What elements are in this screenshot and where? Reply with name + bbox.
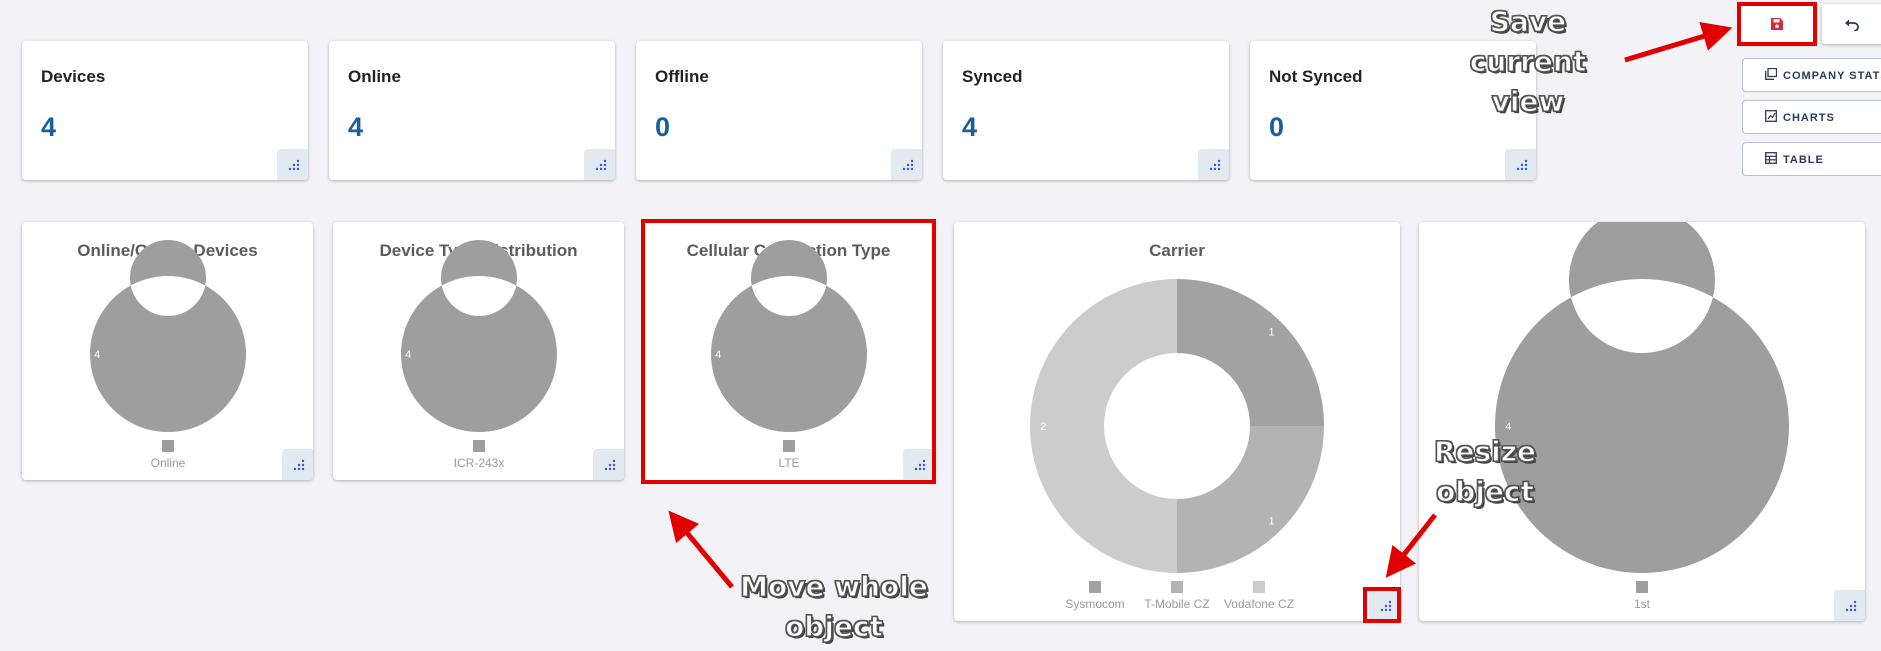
resize-handle[interactable] (1505, 149, 1536, 180)
legend-item[interactable]: Vodafone CZ (1204, 581, 1314, 611)
highlight-save-button (1737, 2, 1817, 46)
resize-icon (1516, 159, 1528, 171)
annotation-text: Move whole (740, 569, 929, 603)
highlight-resize-handle (1363, 587, 1401, 623)
annotation-resize-object: Resize object (1420, 432, 1550, 512)
stat-label: Not Synced (1269, 67, 1363, 86)
chart-card-online-offline[interactable]: Online/Offline Devices 4 Online (22, 222, 313, 480)
slice-value-label: 1 (1268, 516, 1274, 528)
stat-card-synced[interactable]: Synced 4 (943, 41, 1229, 180)
resize-icon (604, 459, 616, 471)
charts-button[interactable]: CHARTS (1742, 100, 1881, 134)
resize-handle[interactable] (1198, 149, 1229, 180)
resize-handle[interactable] (277, 149, 308, 180)
legend-label: 1st (1633, 597, 1650, 611)
donut-slice[interactable] (1177, 426, 1324, 573)
table-label: TABLE (1783, 154, 1824, 166)
resize-icon (293, 459, 305, 471)
stat-value: 4 (41, 112, 57, 142)
legend-swatch (1636, 581, 1648, 593)
slice-value-label: 1 (1268, 326, 1274, 338)
slice-value-label: 4 (94, 349, 100, 361)
legend-item[interactable]: 1st (1587, 581, 1697, 611)
donut-slice[interactable] (1494, 222, 1789, 573)
highlight-move-chart (641, 219, 936, 484)
undo-icon (1845, 19, 1859, 31)
donut-slice[interactable] (89, 240, 246, 432)
donut-chart: 1 1 2 (1030, 279, 1324, 573)
resize-icon (1845, 600, 1857, 612)
donut-slice[interactable] (1030, 279, 1177, 573)
resize-icon (1209, 159, 1221, 171)
annotation-text: Save current (1469, 4, 1587, 78)
stat-card-online[interactable]: Online 4 (329, 41, 615, 180)
company-stats-label: COMPANY STATS (1783, 70, 1881, 82)
legend-label: Vodafone CZ (1223, 597, 1295, 611)
stat-card-devices[interactable]: Devices 4 (22, 41, 308, 180)
resize-handle[interactable] (282, 449, 313, 480)
company-stats-icon (1765, 68, 1777, 80)
resize-icon (288, 159, 300, 171)
stat-label: Offline (655, 67, 709, 86)
charts-icon (1765, 110, 1777, 122)
legend-label: Online (150, 456, 186, 470)
arrow-to-save (1624, 21, 1733, 63)
stat-value: 4 (348, 112, 364, 142)
resize-handle[interactable] (891, 149, 922, 180)
resize-handle[interactable] (584, 149, 615, 180)
legend-swatch (473, 440, 485, 452)
legend-swatch (1253, 581, 1265, 593)
donut-slice[interactable] (1177, 279, 1324, 426)
slice-value-label: 4 (405, 349, 411, 361)
stat-card-offline[interactable]: Offline 0 (636, 41, 922, 180)
chart-card-sim-slot[interactable]: SIM Slot 4 1st (1419, 222, 1865, 621)
annotation-text: view (1491, 84, 1565, 118)
resize-handle[interactable] (1834, 590, 1865, 621)
chart-card-carrier[interactable]: Carrier 112 Sysmocom T-Mobile CZ Vodafone … (954, 222, 1400, 621)
donut-slice[interactable] (400, 240, 557, 432)
stat-label: Devices (41, 67, 106, 86)
annotation-text: object (1435, 474, 1534, 508)
table-button[interactable]: TABLE (1742, 142, 1881, 176)
stat-label: Synced (962, 67, 1023, 86)
legend-label: Sysmocom (1065, 597, 1125, 611)
donut-chart: 4 (1494, 222, 1789, 573)
legend-item[interactable]: Online (113, 440, 223, 470)
legend-swatch (1089, 581, 1101, 593)
annotation-text: object (784, 609, 883, 643)
stat-label: Online (348, 67, 401, 86)
resize-icon (902, 159, 914, 171)
stat-value: 0 (1269, 112, 1285, 142)
legend-swatch (1171, 581, 1183, 593)
annotation-save-view: Save current view (1428, 2, 1628, 122)
chart-card-device-type[interactable]: Device Type Distribution 4 ICR-243x (333, 222, 624, 480)
stat-value: 0 (655, 112, 671, 142)
resize-handle[interactable] (593, 449, 624, 480)
undo-button[interactable] (1822, 4, 1881, 44)
company-stats-button[interactable]: COMPANY STATS (1742, 58, 1881, 92)
annotation-move-object: Move whole object (724, 567, 944, 647)
slice-value-label: 2 (1040, 421, 1046, 433)
legend-label: T-Mobile CZ (1144, 597, 1210, 611)
resize-icon (595, 159, 607, 171)
legend-label: ICR-243x (453, 456, 505, 470)
annotation-text: Resize (1433, 434, 1537, 468)
legend-item[interactable]: ICR-243x (424, 440, 534, 470)
legend-swatch (162, 440, 174, 452)
stat-value: 4 (962, 112, 978, 142)
charts-label: CHARTS (1783, 112, 1835, 124)
table-icon (1765, 152, 1777, 164)
